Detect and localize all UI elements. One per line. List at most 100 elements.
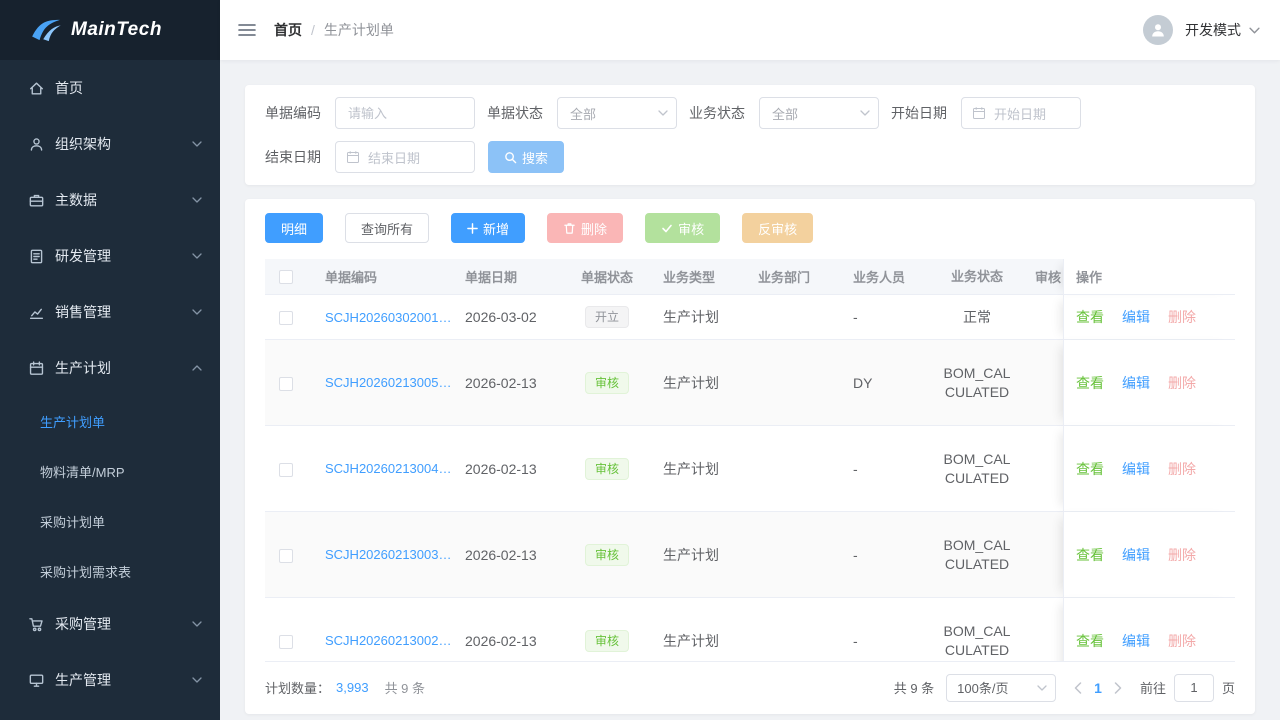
next-page-icon[interactable] — [1114, 682, 1122, 694]
col-header-status: 单据状态 — [563, 259, 651, 295]
col-header-biz-type: 业务类型 — [651, 259, 746, 295]
chevron-down-icon — [860, 110, 870, 116]
doc-code-link[interactable]: SCJH20260302001… — [325, 310, 451, 325]
unapprove-button[interactable]: 反审核 — [742, 213, 813, 243]
add-button[interactable]: 新增 — [451, 213, 525, 243]
sidebar-item-master-data[interactable]: 主数据 — [0, 172, 220, 228]
query-all-button[interactable]: 查询所有 — [345, 213, 429, 243]
edit-link[interactable]: 编辑 — [1122, 309, 1150, 325]
delete-link[interactable]: 删除 — [1168, 547, 1196, 563]
delete-link[interactable]: 删除 — [1168, 375, 1196, 391]
sidebar-item-sales-management[interactable]: 销售管理 — [0, 284, 220, 340]
edit-link[interactable]: 编辑 — [1122, 633, 1150, 649]
delete-link[interactable]: 删除 — [1168, 309, 1196, 325]
table-footer: 计划数量： 3,993 共 9 条 共 9 条 100条/页 1 前往 — [265, 661, 1235, 713]
end-date-picker[interactable]: 结束日期 — [335, 141, 475, 173]
unapprove-button-label: 反审核 — [758, 219, 797, 238]
search-button[interactable]: 搜索 — [488, 141, 564, 173]
row-checkbox[interactable] — [279, 377, 293, 391]
sidebar-item-home[interactable]: 首页 — [0, 60, 220, 116]
detail-button[interactable]: 明细 — [265, 213, 323, 243]
page-number[interactable]: 1 — [1094, 680, 1102, 696]
col-header-actions: 操作 — [1063, 259, 1235, 295]
doc-code-link[interactable]: SCJH20260213005… — [325, 375, 451, 390]
user-menu[interactable]: 开发模式 — [1143, 15, 1260, 45]
submenu-item-label: 生产计划单 — [40, 412, 105, 431]
view-link[interactable]: 查看 — [1076, 547, 1104, 563]
edit-link[interactable]: 编辑 — [1122, 461, 1150, 477]
hamburger-menu-icon[interactable] — [238, 23, 256, 37]
sidebar-item-label: 首页 — [55, 78, 202, 98]
col-header-date: 单据日期 — [453, 259, 563, 295]
sidebar-item-purchase-management[interactable]: 采购管理 — [0, 596, 220, 652]
total-count-left: 共 9 条 — [385, 678, 425, 697]
submenu-item-label: 采购计划需求表 — [40, 562, 131, 581]
row-checkbox[interactable] — [279, 311, 293, 325]
plan-count-label: 计划数量： — [265, 678, 330, 697]
doc-code-link[interactable]: SCJH20260213003… — [325, 547, 451, 562]
status-badge: 审核 — [585, 372, 629, 394]
start-date-picker[interactable]: 开始日期 — [961, 97, 1081, 129]
submenu-item-purchase-plan-order[interactable]: 采购计划单 — [0, 496, 220, 546]
status-badge: 审核 — [585, 458, 629, 480]
view-link[interactable]: 查看 — [1076, 461, 1104, 477]
row-checkbox[interactable] — [279, 635, 293, 649]
doc-code-input[interactable] — [335, 97, 475, 129]
sidebar-item-production-management[interactable]: 生产管理 — [0, 652, 220, 708]
submenu-item-bom-mrp[interactable]: 物料清单/MRP — [0, 446, 220, 496]
biz-type: 生产计划 — [651, 598, 746, 661]
delete-link[interactable]: 删除 — [1168, 633, 1196, 649]
doc-status-select-value: 全部 — [570, 104, 596, 123]
chevron-down-icon — [658, 110, 668, 116]
calendar-icon — [28, 360, 45, 377]
plus-icon — [467, 223, 478, 234]
chevron-up-icon — [192, 365, 202, 371]
view-link[interactable]: 查看 — [1076, 309, 1104, 325]
row-checkbox[interactable] — [279, 549, 293, 563]
doc-date: 2026-02-13 — [453, 426, 563, 512]
total-count-right: 共 9 条 — [894, 678, 934, 697]
plan-count-value: 3,993 — [336, 680, 369, 695]
submenu-item-production-plan-order[interactable]: 生产计划单 — [0, 396, 220, 446]
production-plan-submenu: 生产计划单 物料清单/MRP 采购计划单 采购计划需求表 — [0, 396, 220, 596]
end-date-placeholder: 结束日期 — [368, 148, 420, 167]
sidebar-item-rd-management[interactable]: 研发管理 — [0, 228, 220, 284]
table-row: SCJH20260302001… 2026-03-02 开立 生产计划 - 正常… — [265, 295, 1235, 340]
page-size-select[interactable]: 100条/页 — [946, 674, 1056, 702]
home-icon — [28, 80, 45, 97]
biz-dept — [746, 295, 841, 340]
chevron-down-icon — [1249, 27, 1260, 34]
goto-label: 前往 — [1140, 678, 1166, 697]
biz-status-select-value: 全部 — [772, 104, 798, 123]
edit-link[interactable]: 编辑 — [1122, 375, 1150, 391]
sidebar-item-label: 采购管理 — [55, 614, 192, 634]
prev-page-icon[interactable] — [1074, 682, 1082, 694]
view-link[interactable]: 查看 — [1076, 375, 1104, 391]
submenu-item-purchase-plan-demand[interactable]: 采购计划需求表 — [0, 546, 220, 596]
delete-button[interactable]: 删除 — [547, 213, 623, 243]
biz-type: 生产计划 — [651, 426, 746, 512]
delete-link[interactable]: 删除 — [1168, 461, 1196, 477]
filter-panel: 单据编码 单据状态 全部 业务状态 全部 — [245, 85, 1255, 185]
goto-page-input[interactable] — [1174, 674, 1214, 702]
row-checkbox[interactable] — [279, 463, 293, 477]
briefcase-icon — [28, 192, 45, 209]
doc-code-link[interactable]: SCJH20260213002… — [325, 633, 451, 648]
doc-status-label: 单据状态 — [487, 103, 543, 123]
doc-code-link[interactable]: SCJH20260213004… — [325, 461, 451, 476]
biz-status-select[interactable]: 全部 — [759, 97, 879, 129]
doc-status-select[interactable]: 全部 — [557, 97, 677, 129]
select-all-checkbox[interactable] — [279, 270, 293, 284]
biz-status: BOM_CALCULATED — [931, 512, 1023, 598]
logo: MainTech — [0, 0, 220, 60]
trash-icon — [563, 222, 576, 235]
breadcrumb-home[interactable]: 首页 — [274, 20, 302, 40]
detail-button-label: 明细 — [281, 219, 307, 238]
view-link[interactable]: 查看 — [1076, 633, 1104, 649]
add-button-label: 新增 — [483, 219, 509, 238]
chevron-down-icon — [192, 677, 202, 683]
sidebar-item-production-plan[interactable]: 生产计划 — [0, 340, 220, 396]
edit-link[interactable]: 编辑 — [1122, 547, 1150, 563]
approve-button[interactable]: 审核 — [645, 213, 720, 243]
sidebar-item-organization[interactable]: 组织架构 — [0, 116, 220, 172]
